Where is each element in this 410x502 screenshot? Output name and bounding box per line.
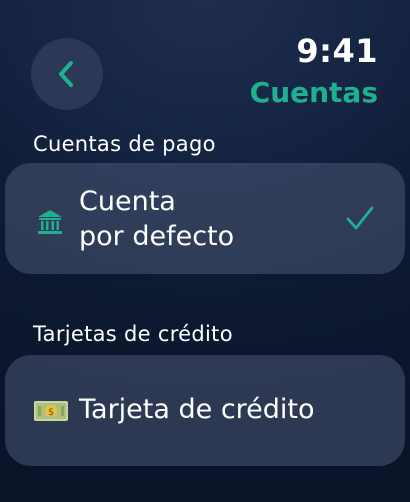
- credit-card-label: Tarjeta de crédito: [79, 394, 315, 425]
- chevron-left-icon: [59, 61, 73, 87]
- default-account-label-line2: por defecto: [79, 221, 235, 252]
- money-icon: $: [34, 401, 68, 421]
- page-title: Cuentas: [249, 76, 378, 109]
- credit-card-row[interactable]: $ Tarjeta de crédito: [5, 355, 405, 466]
- status-time: 9:41: [296, 32, 378, 70]
- back-button[interactable]: [31, 38, 103, 110]
- default-account-label: Cuenta por defecto: [79, 184, 234, 254]
- bank-icon: [38, 210, 62, 234]
- section-header-credit: Tarjetas de crédito: [33, 322, 233, 346]
- default-account-label-line1: Cuenta: [79, 186, 176, 217]
- section-header-payment: Cuentas de pago: [33, 132, 216, 156]
- default-account-row[interactable]: Cuenta por defecto: [5, 163, 405, 274]
- checkmark-icon: [346, 206, 374, 230]
- svg-text:$: $: [48, 407, 54, 418]
